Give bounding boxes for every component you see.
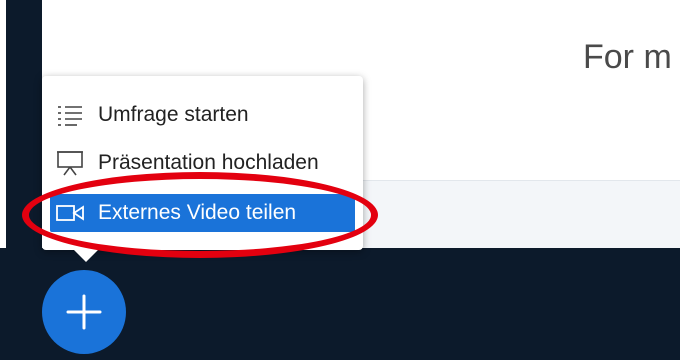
menu-pointer-arrow (72, 248, 100, 262)
menu-item-share-external-video[interactable]: Externes Video teilen (50, 194, 355, 232)
actions-button[interactable] (42, 270, 126, 354)
video-camera-icon (56, 201, 84, 225)
menu-item-start-poll[interactable]: Umfrage starten (50, 96, 355, 134)
screen: For m Umfrage starten Präsentation hochl… (0, 0, 680, 360)
list-icon (56, 103, 84, 127)
page-heading: For m (583, 38, 672, 76)
presentation-icon (56, 151, 84, 176)
menu-item-upload-presentation[interactable]: Präsentation hochladen (50, 144, 355, 182)
menu-item-label: Externes Video teilen (98, 201, 297, 224)
actions-menu: Umfrage starten Präsentation hochladen E… (42, 76, 363, 250)
menu-item-label: Umfrage starten (98, 103, 249, 126)
menu-item-label: Präsentation hochladen (98, 151, 319, 174)
plus-icon (66, 294, 102, 330)
